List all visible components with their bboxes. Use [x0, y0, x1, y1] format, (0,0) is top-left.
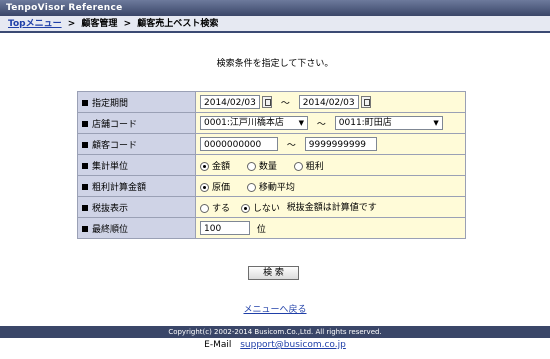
last-rank-label: 最終順位 [92, 224, 129, 235]
range-separator: ～ [286, 140, 296, 151]
back-to-menu-link[interactable]: メニューへ戻る [243, 305, 306, 315]
search-form: 指定期間 2014/02/03 ～ 2014/02/03 店舗コード 0001:… [77, 91, 466, 239]
profit-calc-label-cell: 粗利計算金額 [77, 175, 196, 197]
customer-value-cell: 0000000000 ～ 9999999999 [195, 133, 466, 155]
breadcrumb-current: 顧客売上ベスト検索 [137, 19, 219, 29]
profit-calc-label: 粗利計算金額 [92, 182, 147, 193]
bullet-icon [82, 121, 88, 127]
tax-label: 税抜表示 [92, 203, 129, 214]
profit-calc-option-label: 原価 [212, 182, 231, 193]
unit-option-profit[interactable]: 粗利 [293, 159, 324, 172]
period-label-cell: 指定期間 [77, 91, 196, 113]
bullet-icon [82, 226, 88, 232]
form-row-unit: 集計単位 金額 数量 粗利 [77, 154, 466, 176]
unit-option-label: 粗利 [305, 161, 324, 172]
back-link-wrapper: メニューへ戻る [0, 302, 550, 315]
email-link[interactable]: support@busicom.co.jp [240, 340, 346, 350]
instruction-text: 検索条件を指定して下さい。 [216, 59, 334, 69]
period-from-input[interactable]: 2014/02/03 [200, 95, 260, 109]
form-row-customer: 顧客コード 0000000000 ～ 9999999999 [77, 133, 466, 155]
breadcrumb-top-link[interactable]: Topメニュー [8, 19, 62, 29]
period-to-input[interactable]: 2014/02/03 [298, 95, 359, 109]
profit-calc-option-moving-avg[interactable]: 移動平均 [246, 180, 295, 193]
dropdown-arrow-icon: ▼ [433, 119, 439, 127]
last-rank-label-cell: 最終順位 [77, 217, 196, 239]
radio-unselected[interactable] [246, 182, 256, 192]
calendar-icon[interactable] [360, 96, 371, 108]
unit-option-label: 金額 [212, 161, 231, 172]
bullet-icon [82, 100, 88, 106]
search-button[interactable]: 検 索 [248, 266, 299, 280]
breadcrumb-separator: > [123, 19, 132, 29]
last-rank-input[interactable]: 100 [200, 221, 250, 235]
radio-selected[interactable] [240, 204, 250, 213]
unit-option-label: 数量 [258, 161, 277, 172]
radio-selected[interactable] [200, 182, 209, 192]
customer-to-input[interactable]: 9999999999 [304, 137, 377, 151]
store-to-select[interactable]: 0011:町田店 ▼ [334, 116, 443, 130]
tax-option-label: しない [252, 204, 280, 214]
unit-label: 集計単位 [92, 161, 129, 172]
bullet-icon [82, 184, 88, 190]
bullet-icon [82, 142, 88, 148]
radio-selected[interactable] [200, 161, 209, 171]
range-separator: ～ [280, 98, 290, 109]
tax-option-yes[interactable]: する [200, 201, 230, 214]
period-label: 指定期間 [92, 98, 129, 109]
radio-unselected[interactable] [293, 161, 303, 171]
store-from-value: 0001:江戸川橋本店 [204, 118, 284, 128]
store-value-cell: 0001:江戸川橋本店 ▼ ～ 0011:町田店 ▼ [195, 112, 466, 134]
range-separator: ～ [316, 119, 326, 130]
dropdown-arrow-icon: ▼ [298, 119, 304, 127]
last-rank-unit: 位 [256, 224, 266, 235]
customer-from-input[interactable]: 0000000000 [200, 137, 278, 151]
radio-unselected[interactable] [200, 204, 209, 213]
profit-calc-option-cost[interactable]: 原価 [200, 180, 230, 193]
form-row-last-rank: 最終順位 100 位 [77, 217, 466, 239]
tax-note: 税抜金額は計算値です [286, 203, 377, 213]
form-row-store: 店舗コード 0001:江戸川橋本店 ▼ ～ 0011:町田店 ▼ [77, 112, 466, 134]
calendar-icon[interactable] [262, 96, 272, 108]
unit-label-cell: 集計単位 [77, 154, 196, 176]
last-rank-value-cell: 100 位 [195, 217, 466, 239]
unit-value-cell: 金額 数量 粗利 [195, 154, 466, 176]
tax-option-no[interactable]: しない [240, 201, 280, 214]
radio-unselected[interactable] [246, 161, 256, 171]
app-title-bar: TenpoVisor Reference [0, 0, 550, 16]
customer-label: 顧客コード [92, 140, 138, 151]
customer-label-cell: 顧客コード [77, 133, 196, 155]
profit-calc-value-cell: 原価 移動平均 [195, 175, 466, 197]
period-value-cell: 2014/02/03 ～ 2014/02/03 [195, 91, 466, 113]
email-label: E-Mail [204, 340, 232, 350]
footer-copyright: Copyright(c) 2002-2014 Busicom.Co.,Ltd. … [0, 326, 550, 338]
breadcrumb-separator: > [67, 19, 76, 29]
breadcrumb: Topメニュー > 顧客管理 > 顧客売上ベスト検索 [0, 16, 550, 33]
tax-option-label: する [212, 204, 231, 214]
app-title: TenpoVisor Reference [6, 3, 123, 13]
contact-line: E-Mail support@busicom.co.jp [0, 340, 550, 350]
store-from-select[interactable]: 0001:江戸川橋本店 ▼ [200, 116, 308, 130]
tax-label-cell: 税抜表示 [77, 196, 196, 218]
unit-option-amount[interactable]: 金額 [200, 159, 230, 172]
form-row-profit-calc: 粗利計算金額 原価 移動平均 [77, 175, 466, 197]
store-to-value: 0011:町田店 [338, 118, 392, 128]
breadcrumb-customer-mgmt: 顧客管理 [81, 19, 118, 29]
store-label-cell: 店舗コード [77, 112, 196, 134]
tax-value-cell: する しない 税抜金額は計算値です [195, 196, 466, 218]
form-row-tax: 税抜表示 する しない 税抜金額は計算値です [77, 196, 466, 218]
unit-option-quantity[interactable]: 数量 [246, 159, 277, 172]
form-row-period: 指定期間 2014/02/03 ～ 2014/02/03 [77, 91, 466, 113]
store-label: 店舗コード [92, 119, 138, 130]
bullet-icon [82, 205, 88, 211]
bullet-icon [82, 163, 88, 169]
profit-calc-option-label: 移動平均 [258, 182, 295, 193]
